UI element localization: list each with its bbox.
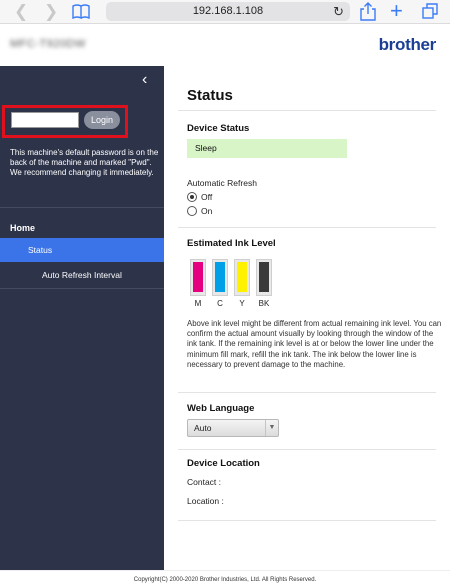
plus-icon[interactable]: + xyxy=(390,0,403,22)
url-text: 192.168.1.108 xyxy=(192,5,264,17)
sidebar: ‹ Login This machine's default password … xyxy=(0,66,164,570)
reload-icon[interactable]: ↻ xyxy=(333,3,344,20)
page-title: Status xyxy=(187,87,233,104)
chevron-right-icon[interactable]: ❯ xyxy=(44,2,58,22)
sidebar-item-status[interactable]: Status xyxy=(0,238,164,262)
device-location-heading: Device Location xyxy=(187,458,260,469)
ink-tank-yellow xyxy=(234,259,250,296)
footer-copyright: Copyright(C) 2000-2020 Brother Industrie… xyxy=(0,570,450,588)
device-status-heading: Device Status xyxy=(187,123,250,134)
status-badge: Sleep xyxy=(187,139,347,158)
tabs-icon[interactable] xyxy=(422,3,438,19)
ink-level-heading: Estimated Ink Level xyxy=(187,238,276,249)
login-highlight: Login xyxy=(2,105,128,138)
password-note-line: We recommend changing it immediately. xyxy=(10,168,154,177)
browser-toolbar: ❮ ❯ 192.168.1.108 ↻ + xyxy=(0,0,450,24)
ink-label-c: C xyxy=(217,299,223,308)
model-name: MFC-T920DW xyxy=(10,38,86,50)
ink-fill-black xyxy=(259,262,269,292)
auto-refresh-label: Automatic Refresh xyxy=(187,178,257,188)
bookmarks-icon[interactable] xyxy=(72,4,90,19)
ink-label-m: M xyxy=(194,299,202,308)
ink-fill-yellow xyxy=(237,262,247,292)
radio-off[interactable] xyxy=(187,192,197,202)
sidebar-item-home[interactable]: Home xyxy=(10,223,35,233)
radio-on[interactable] xyxy=(187,206,197,216)
section-divider xyxy=(178,520,436,521)
radio-on-label[interactable]: On xyxy=(201,206,212,216)
ink-tank-black xyxy=(256,259,272,296)
site-header: MFC-T920DW brother xyxy=(0,24,450,66)
web-language-select[interactable]: Auto ▼ xyxy=(187,419,279,437)
contact-label: Contact : xyxy=(187,477,222,487)
ink-label-bk: BK xyxy=(258,299,270,308)
sidebar-item-auto-refresh-interval[interactable]: Auto Refresh Interval xyxy=(42,270,122,280)
sidebar-divider xyxy=(0,288,164,289)
web-language-heading: Web Language xyxy=(187,403,255,414)
section-divider xyxy=(178,227,436,228)
web-language-value: Auto xyxy=(194,423,212,433)
ink-tank-cyan xyxy=(212,259,228,296)
brother-logo[interactable]: brother xyxy=(379,35,437,55)
ink-tank-magenta xyxy=(190,259,206,296)
address-bar[interactable]: 192.168.1.108 ↻ xyxy=(106,2,350,21)
ink-label-y: Y xyxy=(239,299,245,308)
share-icon[interactable] xyxy=(360,2,376,21)
location-label: Location : xyxy=(187,496,224,506)
password-note: This machine's default password is on th… xyxy=(10,148,160,178)
section-divider xyxy=(178,449,436,450)
ink-fill-magenta xyxy=(193,262,203,292)
collapse-sidebar-icon[interactable]: ‹ xyxy=(142,70,147,90)
login-button[interactable]: Login xyxy=(84,111,120,129)
main-content: Status Device Status Sleep Automatic Ref… xyxy=(164,66,450,570)
radio-off-label[interactable]: Off xyxy=(201,192,212,202)
section-divider xyxy=(178,392,436,393)
ink-fill-cyan xyxy=(215,262,225,292)
password-input[interactable] xyxy=(11,112,79,128)
chevron-down-icon: ▼ xyxy=(265,420,278,436)
password-note-line: This machine's default password is on th… xyxy=(10,148,159,167)
section-divider xyxy=(178,110,436,111)
ink-level-note: Above ink level might be different from … xyxy=(187,319,442,369)
chevron-left-icon[interactable]: ❮ xyxy=(14,2,28,22)
sidebar-divider xyxy=(0,207,164,208)
